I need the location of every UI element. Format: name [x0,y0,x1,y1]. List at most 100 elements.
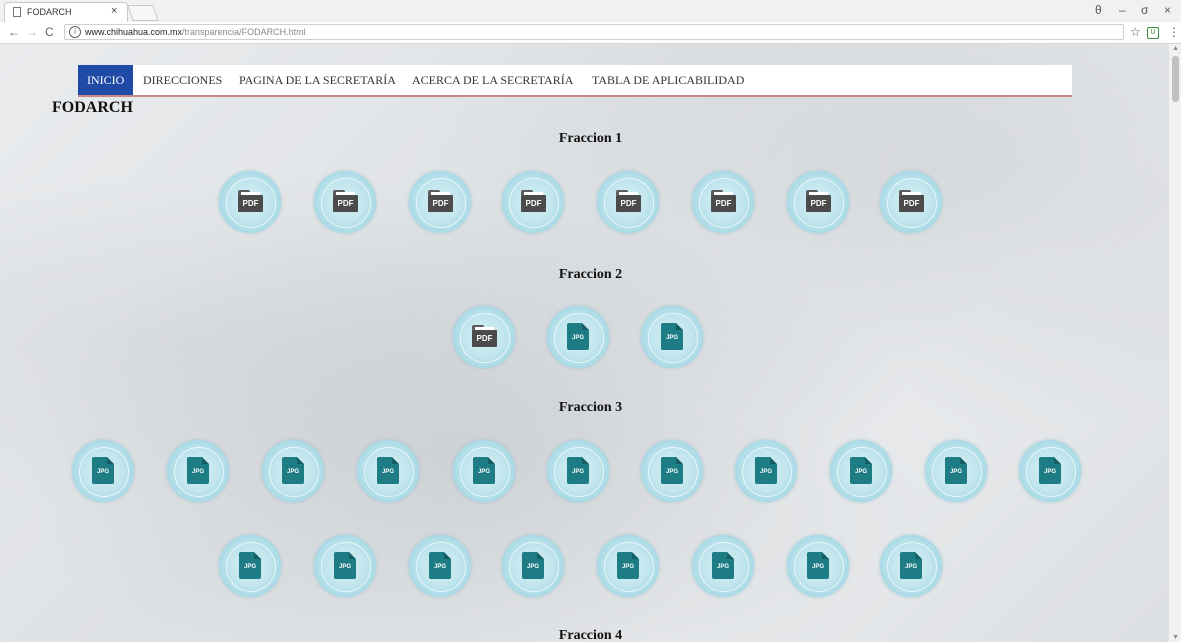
nav-item-acerca-secretaria[interactable]: ACERCA DE LA SECRETARÍA [412,65,573,95]
tab-close-icon[interactable]: × [111,5,117,17]
jpg-label: JPG [477,469,490,475]
pdf-label: PDF [472,330,497,347]
page-scrollbar[interactable]: ▲ ▼ [1168,44,1181,642]
folder-paper [336,192,355,200]
jpg-file-button[interactable]: JPG [925,440,987,502]
pdf-file-button[interactable]: PDF [787,171,849,233]
pdf-folder-icon: PDF [806,190,831,212]
jpg-file-icon: JPG [712,552,734,579]
close-window-button[interactable]: × [1164,3,1171,17]
browser-tab[interactable]: FODARCH × [4,2,128,22]
pdf-folder-icon: PDF [899,190,924,212]
scroll-up-arrow[interactable]: ▲ [1172,45,1179,52]
pdf-file-button[interactable]: PDF [692,171,754,233]
pdf-label: PDF [521,195,546,212]
extension-icon[interactable]: U [1147,27,1159,39]
jpg-file-button[interactable]: JPG [830,440,892,502]
account-icon[interactable]: θ [1095,3,1102,17]
jpg-file-button[interactable]: JPG [357,440,419,502]
pdf-folder-icon: PDF [333,190,358,212]
pdf-folder-icon: PDF [616,190,641,212]
jpg-file-button[interactable]: JPG [167,440,229,502]
scroll-down-arrow[interactable]: ▼ [1172,634,1179,641]
pdf-folder-icon: PDF [711,190,736,212]
address-bar: ← → C i www.chihuahua.com.mx/transparenc… [0,22,1181,44]
folder-tab [521,190,533,195]
jpg-file-icon: JPG [661,457,683,484]
jpg-file-button[interactable]: JPG [1019,440,1081,502]
folder-tab [238,190,250,195]
pdf-file-button[interactable]: PDF [502,171,564,233]
jpg-file-icon: JPG [239,552,261,579]
jpg-file-button[interactable]: JPG [547,440,609,502]
top-navigation: INICIO DIRECCIONES PAGINA DE LA SECRETAR… [78,65,1072,97]
url-input[interactable]: i www.chihuahua.com.mx/transparencia/FOD… [64,24,1124,40]
pdf-folder-icon: PDF [238,190,263,212]
minimize-button[interactable]: – [1119,3,1126,17]
jpg-label: JPG [854,469,867,475]
new-tab-button[interactable] [127,5,159,21]
jpg-label: JPG [191,469,204,475]
nav-item-tabla-aplicabilidad[interactable]: TABLA DE APLICABILIDAD [592,65,744,95]
jpg-label: JPG [949,469,962,475]
pdf-label: PDF [806,195,831,212]
pdf-file-button[interactable]: PDF [314,171,376,233]
jpg-file-button[interactable]: JPG [880,535,942,597]
jpg-file-button[interactable]: JPG [692,535,754,597]
jpg-file-button[interactable]: JPG [409,535,471,597]
jpg-file-button[interactable]: JPG [262,440,324,502]
pdf-file-button[interactable]: PDF [453,306,515,368]
jpg-file-icon: JPG [617,552,639,579]
jpg-file-button[interactable]: JPG [787,535,849,597]
jpg-label: JPG [665,335,678,341]
nav-item-inicio[interactable]: INICIO [78,65,134,95]
jpg-file-button[interactable]: JPG [641,440,703,502]
jpg-file-button[interactable]: JPG [72,440,134,502]
maximize-button[interactable]: σ [1141,3,1148,17]
jpg-file-button[interactable]: JPG [314,535,376,597]
jpg-file-button[interactable]: JPG [219,535,281,597]
jpg-file-icon: JPG [567,323,589,350]
section-title-fraccion-1: Fraccion 1 [558,131,623,146]
section-title-fraccion-2: Fraccion 2 [558,267,623,282]
pdf-file-button[interactable]: PDF [880,171,942,233]
folder-tab [428,190,440,195]
pdf-file-button[interactable]: PDF [219,171,281,233]
jpg-file-button[interactable]: JPG [547,306,609,368]
bookmark-star-icon[interactable]: ☆ [1130,25,1141,39]
pdf-file-button[interactable]: PDF [409,171,471,233]
jpg-file-button[interactable]: JPG [453,440,515,502]
jpg-label: JPG [381,469,394,475]
reload-icon[interactable]: C [45,25,54,39]
folder-paper [809,192,828,200]
jpg-file-icon: JPG [661,323,683,350]
jpg-file-button[interactable]: JPG [597,535,659,597]
scroll-thumb[interactable] [1172,56,1179,102]
jpg-file-button[interactable]: JPG [735,440,797,502]
pdf-folder-icon: PDF [521,190,546,212]
jpg-label: JPG [904,564,917,570]
browser-tab-bar: FODARCH × θ – σ × [0,0,1181,22]
folder-paper [902,192,921,200]
pdf-label: PDF [711,195,736,212]
nav-item-direcciones[interactable]: DIRECCIONES [143,65,222,95]
nav-item-pagina-secretaria[interactable]: PAGINA DE LA SECRETARÍA [239,65,396,95]
folder-tab [711,190,723,195]
section-title-fraccion-3: Fraccion 3 [558,400,623,415]
site-info-icon[interactable]: i [69,26,81,38]
pdf-file-button[interactable]: PDF [597,171,659,233]
jpg-file-button[interactable]: JPG [502,535,564,597]
browser-menu-icon[interactable]: ⋮ [1168,25,1180,39]
jpg-file-icon: JPG [473,457,495,484]
jpg-label: JPG [243,564,256,570]
jpg-file-icon: JPG [187,457,209,484]
jpg-label: JPG [286,469,299,475]
pdf-folder-icon: PDF [428,190,453,212]
jpg-file-button[interactable]: JPG [641,306,703,368]
jpg-file-icon: JPG [807,552,829,579]
forward-icon[interactable]: → [26,25,38,39]
jpg-file-icon: JPG [429,552,451,579]
folder-paper [241,192,260,200]
jpg-file-icon: JPG [522,552,544,579]
back-icon[interactable]: ← [8,25,20,39]
